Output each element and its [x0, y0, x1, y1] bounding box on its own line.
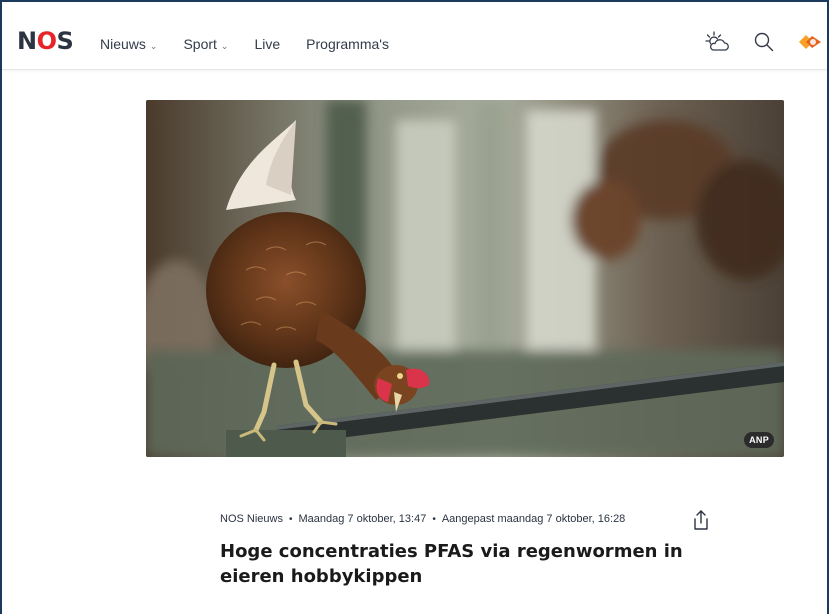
article-title: Hoge concentraties PFAS via regenwormen … [220, 541, 683, 587]
article-published-date: Maandag 7 oktober, 13:47 [298, 513, 427, 525]
photo-credit-badge: ANP [744, 432, 774, 448]
hero-image: ANP [146, 100, 784, 457]
chevron-down-icon: ⌄ [220, 41, 229, 51]
article-source[interactable]: NOS Nieuws [220, 513, 283, 525]
nav-item-label: Programma's [306, 36, 389, 52]
nav-item-label: Sport [183, 36, 217, 52]
article-meta: NOS Nieuws • Maandag 7 oktober, 13:47 • … [220, 513, 625, 525]
meta-separator: • [432, 513, 436, 525]
nav-item-label: Live [254, 36, 281, 52]
npo-logo-icon[interactable] [797, 29, 823, 55]
nos-logo[interactable]: NOS [17, 28, 74, 54]
nav-item-label: Nieuws [100, 36, 146, 52]
nav-item-sport[interactable]: Sport ⌄ [183, 35, 228, 53]
chevron-down-icon: ⌄ [149, 41, 158, 51]
hen-photo [146, 100, 784, 457]
site-header: NOS Nieuws ⌄ Sport ⌄ Live Programma's [2, 2, 827, 70]
header-icons [685, 29, 823, 55]
share-icon[interactable] [690, 508, 712, 532]
search-icon[interactable] [751, 29, 777, 55]
nav-item-programmas[interactable]: Programma's [306, 35, 389, 53]
meta-separator: • [288, 513, 293, 525]
main-nav: Nieuws ⌄ Sport ⌄ Live Programma's [100, 35, 415, 53]
nav-item-live[interactable]: Live [254, 35, 280, 53]
nav-item-nieuws[interactable]: Nieuws ⌄ [100, 35, 157, 53]
weather-icon[interactable] [705, 29, 731, 55]
article-updated-date: Aangepast maandag 7 oktober, 16:28 [441, 513, 626, 525]
